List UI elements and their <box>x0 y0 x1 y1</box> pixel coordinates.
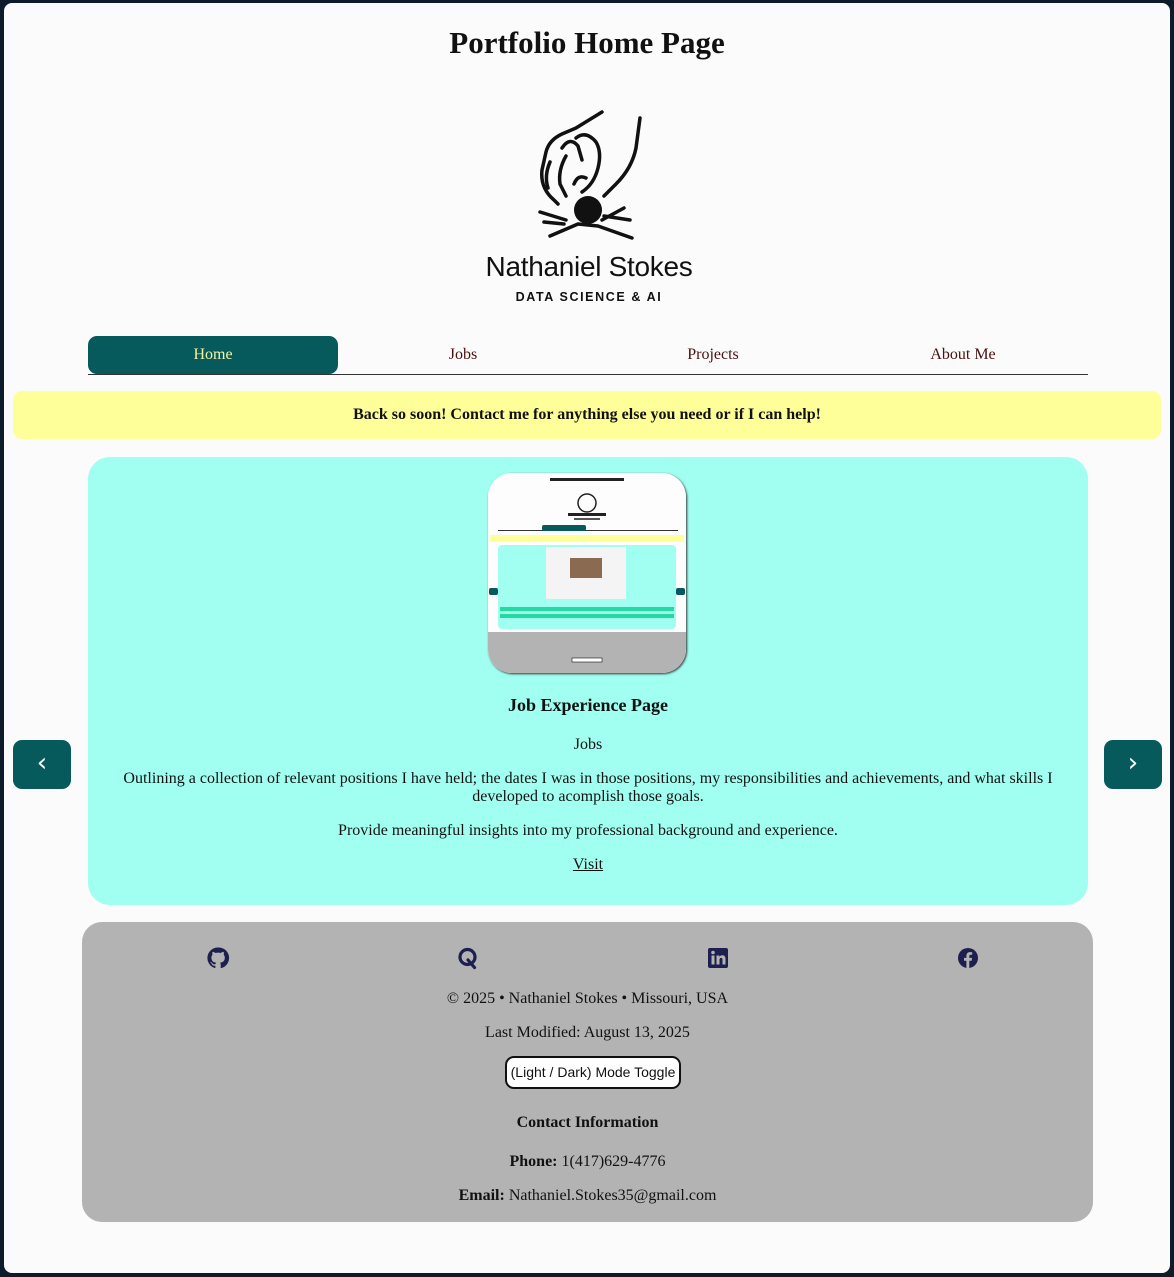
hand-logo-icon <box>538 110 642 240</box>
logo-name: Nathaniel Stokes <box>485 251 693 282</box>
page-frame: Portfolio Home Page Nathaniel Stokes DAT… <box>4 3 1170 1273</box>
facebook-icon[interactable] <box>956 946 980 970</box>
linkedin-icon[interactable] <box>706 946 730 970</box>
logo-subtitle: DATA SCIENCE & AI <box>515 290 663 304</box>
nav-item-about-me[interactable]: About Me <box>838 336 1088 374</box>
email-label: Email: <box>458 1187 505 1204</box>
phone-value: 1(417)629-4776 <box>561 1153 666 1170</box>
card-category: Jobs <box>573 736 603 753</box>
preview-screenshot <box>488 473 686 673</box>
card-description: Outlining a collection of relevant posit… <box>123 770 1053 805</box>
card-title: Job Experience Page <box>508 695 668 715</box>
quora-icon[interactable] <box>456 946 480 970</box>
carousel-prev-button[interactable]: ‹ <box>13 740 71 789</box>
email-line: Email: Nathaniel.Stokes35@gmail.com <box>82 1187 1093 1205</box>
phone-line: Phone: 1(417)629-4776 <box>82 1153 1093 1171</box>
logo: Nathaniel Stokes DATA SCIENCE & AI <box>474 108 704 308</box>
nav-item-jobs[interactable]: Jobs <box>338 336 588 374</box>
copyright-text: © 2025 • Nathaniel Stokes • Missouri, US… <box>446 990 729 1007</box>
nav-item-home[interactable]: Home <box>88 336 338 374</box>
visit-link[interactable]: Visit <box>558 856 618 874</box>
github-icon[interactable] <box>206 946 230 970</box>
page-title: Portfolio Home Page <box>449 25 725 60</box>
page-preview-thumbnail[interactable] <box>488 473 686 673</box>
card-insight: Provide meaningful insights into my prof… <box>338 822 838 839</box>
email-value[interactable]: Nathaniel.Stokes35@gmail.com <box>509 1187 717 1204</box>
main-nav: Home Jobs Projects About Me <box>88 336 1088 375</box>
footer: © 2025 • Nathaniel Stokes • Missouri, US… <box>82 922 1093 1222</box>
contact-heading: Contact Information <box>516 1114 659 1131</box>
phone-label: Phone: <box>509 1153 558 1170</box>
nav-item-projects[interactable]: Projects <box>588 336 838 374</box>
carousel-card: Job Experience Page Jobs Outlining a col… <box>88 457 1088 905</box>
last-modified-text: Last Modified: August 13, 2025 <box>485 1024 690 1041</box>
carousel-next-button[interactable]: › <box>1104 740 1162 789</box>
theme-toggle-button[interactable]: (Light / Dark) Mode Toggle <box>505 1056 681 1089</box>
welcome-banner: Back so soon! Contact me for anything el… <box>13 391 1161 439</box>
